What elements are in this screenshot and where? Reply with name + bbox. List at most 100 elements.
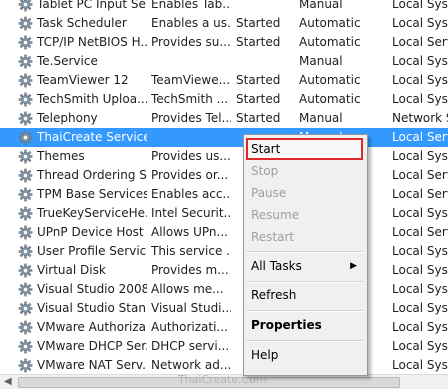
menu-item-help[interactable]: Help — [246, 344, 363, 366]
service-startup: Automatic — [299, 16, 361, 30]
service-gear-icon — [18, 16, 33, 31]
menu-separator — [246, 251, 363, 253]
service-gear-icon — [18, 54, 33, 69]
service-logon: Local Syste — [392, 54, 448, 68]
service-logon: Local Syste — [392, 149, 448, 163]
service-name: Te.Service — [37, 54, 98, 68]
service-description: Enables acc... — [151, 187, 231, 201]
service-description: DHCP servi... — [151, 339, 230, 353]
service-row[interactable]: UPnP Device Host Allows UPn... Local Servi — [0, 223, 448, 242]
service-row[interactable]: VMware Authoriza... Authorizati... Local S… — [0, 318, 448, 337]
service-description: Enables a us... — [151, 16, 231, 30]
menu-item-pause[interactable]: Pause — [246, 182, 363, 204]
service-logon: Local Syste — [392, 339, 448, 353]
service-gear-icon — [18, 282, 33, 297]
service-row[interactable]: Virtual Disk Provides m... Local Syste — [0, 261, 448, 280]
service-row[interactable]: User Profile Service This service ... Loca… — [0, 242, 448, 261]
service-gear-icon — [18, 263, 33, 278]
service-name: TeamViewer 12 — [37, 73, 129, 87]
service-logon: Network S... — [392, 111, 448, 125]
service-row[interactable]: TrueKeyServiceHe... Intel Securit... Local… — [0, 204, 448, 223]
menu-item-resume[interactable]: Resume — [246, 204, 363, 226]
service-name: Telephony — [37, 111, 98, 125]
service-startup: Automatic — [299, 92, 361, 106]
service-description: Provides su... — [151, 35, 231, 49]
menu-item-refresh[interactable]: Refresh — [246, 284, 363, 306]
service-row[interactable]: Telephony Provides Tel... Started Manual Net… — [0, 109, 448, 128]
service-row[interactable]: Thread Ordering S... Provides or... Local … — [0, 166, 448, 185]
service-name: User Profile Service — [37, 244, 147, 258]
service-status: Started — [236, 111, 281, 125]
service-description: Visual Studi... — [151, 301, 231, 315]
menu-item-properties[interactable]: Properties — [246, 314, 363, 336]
service-gear-icon — [18, 320, 33, 335]
service-description: Allows me... — [151, 282, 224, 296]
service-name: VMware Authoriza... — [37, 320, 147, 334]
service-row[interactable]: Task Scheduler Enables a us... Started Auto… — [0, 14, 448, 33]
service-row[interactable]: Tablet PC Input Se... Enables Tab... Manua… — [0, 0, 448, 14]
service-row[interactable]: TechSmith Uploa... TechSmith ... Started Au… — [0, 90, 448, 109]
service-row[interactable]: Te.Service Manual Local Syste — [0, 52, 448, 71]
service-startup: Manual — [299, 54, 343, 68]
service-row[interactable]: ThaiCreate ServicesManualLocal Servi — [0, 128, 448, 147]
services-list: Tablet PC Input Se... Enables Tab... Manua… — [0, 0, 448, 373]
service-logon: Local Syste — [392, 282, 448, 296]
service-description: TechSmith ... — [151, 92, 229, 106]
service-row[interactable]: VMware DHCP Ser... DHCP servi... Local Sys… — [0, 337, 448, 356]
service-description: Provides us... — [151, 149, 231, 163]
service-name: TCP/IP NetBIOS H... — [37, 35, 147, 49]
service-row[interactable]: TPM Base Services Enables acc... Local Ser… — [0, 185, 448, 204]
service-logon: Local Servi — [392, 35, 448, 49]
context-menu: Start Stop Pause Resume Restart All Task… — [243, 134, 368, 376]
service-gear-icon — [18, 0, 33, 12]
service-logon: Local Syste — [392, 263, 448, 277]
service-gear-icon — [18, 149, 33, 164]
service-name: UPnP Device Host — [37, 225, 144, 239]
service-gear-icon — [18, 92, 33, 107]
service-name: Visual Studio 2008... — [37, 282, 147, 296]
service-startup: Manual — [299, 111, 343, 125]
service-logon: Local Syste — [392, 244, 448, 258]
menu-item-restart[interactable]: Restart — [246, 226, 363, 248]
service-description: Enables Tab... — [151, 0, 231, 11]
menu-separator — [246, 340, 363, 342]
service-name: Thread Ordering S... — [37, 168, 147, 182]
service-logon: Local Syste — [392, 358, 448, 372]
service-gear-icon — [18, 168, 33, 183]
service-logon: Local Syste — [392, 206, 448, 220]
service-gear-icon — [18, 301, 33, 316]
menu-item-all-tasks-label: All Tasks — [251, 259, 302, 273]
service-name: VMware NAT Serv... — [37, 358, 147, 372]
service-description: Provides Tel... — [151, 111, 231, 125]
service-description: Intel Securit... — [151, 206, 231, 220]
menu-item-stop[interactable]: Stop — [246, 160, 363, 182]
service-gear-icon — [18, 244, 33, 259]
service-row[interactable]: Visual Studio 2008... Allows me... Local S… — [0, 280, 448, 299]
service-description: TeamViewe... — [151, 73, 231, 87]
service-gear-icon — [18, 225, 33, 240]
service-logon: Local Servi — [392, 168, 448, 182]
service-logon: Local Syste — [392, 73, 448, 87]
scroll-left-arrow-icon[interactable]: ◀ — [4, 376, 12, 387]
service-startup: Automatic — [299, 73, 361, 87]
menu-item-start[interactable]: Start — [246, 138, 363, 160]
service-logon: Local Syste — [392, 301, 448, 315]
menu-separator — [246, 281, 363, 283]
menu-item-all-tasks[interactable]: All Tasks ▶ — [246, 255, 363, 277]
service-name: Themes — [37, 149, 85, 163]
service-gear-icon — [18, 206, 33, 221]
service-logon: Local Servi — [392, 187, 448, 201]
service-row[interactable]: Themes Provides us... Local Syste — [0, 147, 448, 166]
service-logon: Local Servi — [392, 225, 448, 239]
service-row[interactable]: VMware NAT Serv... Network ad... Local Sys… — [0, 356, 448, 373]
service-gear-icon — [18, 358, 33, 373]
service-description: Provides or... — [151, 168, 229, 182]
service-gear-icon — [18, 73, 33, 88]
service-logon: Local Syste — [392, 320, 448, 334]
service-logon: Local Syste — [392, 92, 448, 106]
service-row[interactable]: TCP/IP NetBIOS H... Provides su... Started… — [0, 33, 448, 52]
service-row[interactable]: Visual Studio Stan... Visual Studi... Loca… — [0, 299, 448, 318]
service-gear-icon — [18, 35, 33, 50]
service-startup: Automatic — [299, 35, 361, 49]
service-row[interactable]: TeamViewer 12 TeamViewe... Started Automati… — [0, 71, 448, 90]
